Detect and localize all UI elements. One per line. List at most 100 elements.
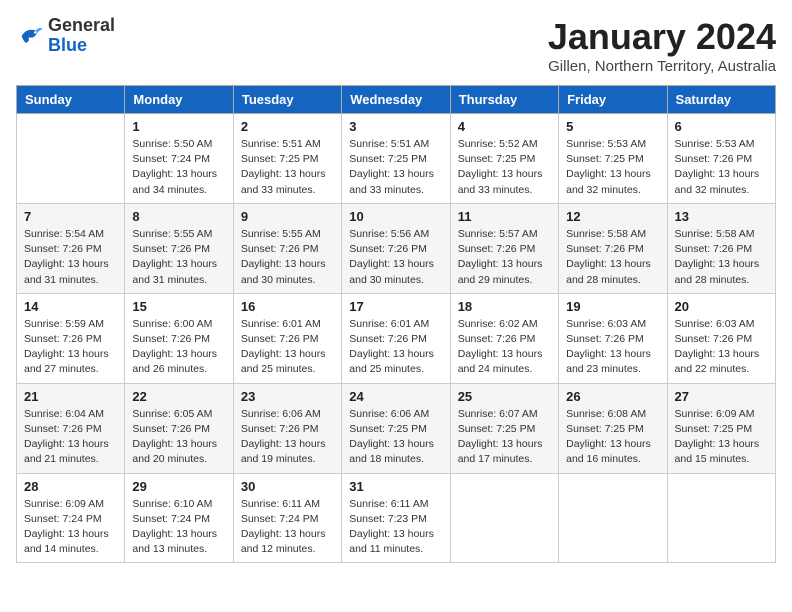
- calendar-cell: 18 Sunrise: 6:02 AM Sunset: 7:26 PM Dayli…: [450, 293, 558, 383]
- day-number: 29: [132, 479, 225, 494]
- calendar-cell: 21 Sunrise: 6:04 AM Sunset: 7:26 PM Dayli…: [17, 383, 125, 473]
- day-number: 4: [458, 119, 551, 134]
- calendar-cell: 22 Sunrise: 6:05 AM Sunset: 7:26 PM Dayli…: [125, 383, 233, 473]
- calendar-cell: 6Sunrise: 5:53 AM Sunset: 7:26 PM Daylig…: [667, 114, 775, 204]
- day-number: 2: [241, 119, 334, 134]
- day-info: Sunrise: 6:07 AM Sunset: 7:25 PM Dayligh…: [458, 407, 551, 468]
- day-number: 5: [566, 119, 659, 134]
- calendar-cell: 15Sunrise: 6:00 AM Sunset: 7:26 PM Dayli…: [125, 293, 233, 383]
- calendar-cell: 12Sunrise: 5:58 AM Sunset: 7:26 PM Dayli…: [559, 203, 667, 293]
- calendar-cell: 19Sunrise: 6:03 AM Sunset: 7:26 PM Dayli…: [559, 293, 667, 383]
- day-info: Sunrise: 6:11 AM Sunset: 7:24 PM Dayligh…: [241, 497, 334, 558]
- calendar-cell: 24 Sunrise: 6:06 AM Sunset: 7:25 PM Dayli…: [342, 383, 450, 473]
- day-number: 11: [458, 209, 551, 224]
- calendar-cell: 1 Sunrise: 5:50 AM Sunset: 7:24 PM Daylig…: [125, 114, 233, 204]
- day-info: Sunrise: 6:06 AM Sunset: 7:25 PM Dayligh…: [349, 407, 442, 468]
- day-number: 3: [349, 119, 442, 134]
- calendar-week-row: 1 Sunrise: 5:50 AM Sunset: 7:24 PM Daylig…: [17, 114, 776, 204]
- day-number: 21: [24, 389, 117, 404]
- calendar-cell: [17, 114, 125, 204]
- calendar-cell: 5 Sunrise: 5:53 AM Sunset: 7:25 PM Daylig…: [559, 114, 667, 204]
- calendar-cell: [559, 473, 667, 563]
- calendar-cell: 16Sunrise: 6:01 AM Sunset: 7:26 PM Dayli…: [233, 293, 341, 383]
- calendar-subtitle: Gillen, Northern Territory, Australia: [548, 58, 776, 75]
- calendar-cell: 29 Sunrise: 6:10 AM Sunset: 7:24 PM Dayli…: [125, 473, 233, 563]
- calendar-week-row: 7Sunrise: 5:54 AM Sunset: 7:26 PM Daylig…: [17, 203, 776, 293]
- day-number: 22: [132, 389, 225, 404]
- calendar-week-row: 28 Sunrise: 6:09 AM Sunset: 7:24 PM Dayli…: [17, 473, 776, 563]
- day-number: 25: [458, 389, 551, 404]
- calendar-cell: 20 Sunrise: 6:03 AM Sunset: 7:26 PM Dayli…: [667, 293, 775, 383]
- day-of-week-header: Sunday: [17, 86, 125, 114]
- day-number: 16: [241, 299, 334, 314]
- day-number: 12: [566, 209, 659, 224]
- day-number: 28: [24, 479, 117, 494]
- day-number: 30: [241, 479, 334, 494]
- calendar-cell: 4 Sunrise: 5:52 AM Sunset: 7:25 PM Daylig…: [450, 114, 558, 204]
- logo-bird-icon: [16, 22, 44, 50]
- calendar-cell: 10 Sunrise: 5:56 AM Sunset: 7:26 PM Dayli…: [342, 203, 450, 293]
- calendar-cell: 28 Sunrise: 6:09 AM Sunset: 7:24 PM Dayli…: [17, 473, 125, 563]
- day-info: Sunrise: 5:57 AM Sunset: 7:26 PM Dayligh…: [458, 227, 551, 288]
- day-number: 10: [349, 209, 442, 224]
- calendar-cell: 17 Sunrise: 6:01 AM Sunset: 7:26 PM Dayli…: [342, 293, 450, 383]
- day-of-week-header: Friday: [559, 86, 667, 114]
- day-number: 9: [241, 209, 334, 224]
- day-number: 8: [132, 209, 225, 224]
- day-info: Sunrise: 6:06 AM Sunset: 7:26 PM Dayligh…: [241, 407, 334, 468]
- day-number: 31: [349, 479, 442, 494]
- day-info: Sunrise: 6:00 AM Sunset: 7:26 PM Dayligh…: [132, 317, 225, 378]
- day-info: Sunrise: 5:55 AM Sunset: 7:26 PM Dayligh…: [241, 227, 334, 288]
- day-of-week-header: Saturday: [667, 86, 775, 114]
- day-number: 27: [675, 389, 768, 404]
- calendar-cell: 13 Sunrise: 5:58 AM Sunset: 7:26 PM Dayli…: [667, 203, 775, 293]
- day-number: 13: [675, 209, 768, 224]
- day-info: Sunrise: 6:03 AM Sunset: 7:26 PM Dayligh…: [675, 317, 768, 378]
- day-info: Sunrise: 5:55 AM Sunset: 7:26 PM Dayligh…: [132, 227, 225, 288]
- calendar-cell: 26Sunrise: 6:08 AM Sunset: 7:25 PM Dayli…: [559, 383, 667, 473]
- day-of-week-header: Thursday: [450, 86, 558, 114]
- day-info: Sunrise: 6:10 AM Sunset: 7:24 PM Dayligh…: [132, 497, 225, 558]
- day-info: Sunrise: 5:56 AM Sunset: 7:26 PM Dayligh…: [349, 227, 442, 288]
- calendar-cell: [667, 473, 775, 563]
- calendar-cell: 8 Sunrise: 5:55 AM Sunset: 7:26 PM Daylig…: [125, 203, 233, 293]
- day-number: 19: [566, 299, 659, 314]
- day-info: Sunrise: 6:05 AM Sunset: 7:26 PM Dayligh…: [132, 407, 225, 468]
- day-info: Sunrise: 6:09 AM Sunset: 7:25 PM Dayligh…: [675, 407, 768, 468]
- calendar-cell: 2Sunrise: 5:51 AM Sunset: 7:25 PM Daylig…: [233, 114, 341, 204]
- day-info: Sunrise: 5:51 AM Sunset: 7:25 PM Dayligh…: [349, 137, 442, 198]
- title-block: January 2024 Gillen, Northern Territory,…: [548, 16, 776, 75]
- day-of-week-header: Monday: [125, 86, 233, 114]
- day-info: Sunrise: 5:50 AM Sunset: 7:24 PM Dayligh…: [132, 137, 225, 198]
- day-info: Sunrise: 6:11 AM Sunset: 7:23 PM Dayligh…: [349, 497, 442, 558]
- calendar-cell: 11 Sunrise: 5:57 AM Sunset: 7:26 PM Dayli…: [450, 203, 558, 293]
- day-number: 23: [241, 389, 334, 404]
- day-number: 17: [349, 299, 442, 314]
- day-info: Sunrise: 5:58 AM Sunset: 7:26 PM Dayligh…: [675, 227, 768, 288]
- day-info: Sunrise: 5:59 AM Sunset: 7:26 PM Dayligh…: [24, 317, 117, 378]
- calendar-cell: 30 Sunrise: 6:11 AM Sunset: 7:24 PM Dayli…: [233, 473, 341, 563]
- day-number: 1: [132, 119, 225, 134]
- calendar-cell: 3 Sunrise: 5:51 AM Sunset: 7:25 PM Daylig…: [342, 114, 450, 204]
- page-header: General Blue January 2024 Gillen, Northe…: [16, 16, 776, 75]
- day-number: 20: [675, 299, 768, 314]
- day-number: 26: [566, 389, 659, 404]
- day-info: Sunrise: 6:04 AM Sunset: 7:26 PM Dayligh…: [24, 407, 117, 468]
- day-number: 18: [458, 299, 551, 314]
- calendar-cell: 27 Sunrise: 6:09 AM Sunset: 7:25 PM Dayli…: [667, 383, 775, 473]
- day-info: Sunrise: 5:53 AM Sunset: 7:25 PM Dayligh…: [566, 137, 659, 198]
- calendar-table: SundayMondayTuesdayWednesdayThursdayFrid…: [16, 85, 776, 563]
- day-info: Sunrise: 5:52 AM Sunset: 7:25 PM Dayligh…: [458, 137, 551, 198]
- day-info: Sunrise: 6:02 AM Sunset: 7:26 PM Dayligh…: [458, 317, 551, 378]
- day-of-week-header: Wednesday: [342, 86, 450, 114]
- day-info: Sunrise: 5:53 AM Sunset: 7:26 PM Dayligh…: [675, 137, 768, 198]
- day-number: 24: [349, 389, 442, 404]
- day-info: Sunrise: 6:09 AM Sunset: 7:24 PM Dayligh…: [24, 497, 117, 558]
- day-of-week-header: Tuesday: [233, 86, 341, 114]
- calendar-cell: 14Sunrise: 5:59 AM Sunset: 7:26 PM Dayli…: [17, 293, 125, 383]
- day-info: Sunrise: 5:54 AM Sunset: 7:26 PM Dayligh…: [24, 227, 117, 288]
- day-info: Sunrise: 6:01 AM Sunset: 7:26 PM Dayligh…: [349, 317, 442, 378]
- calendar-header-row: SundayMondayTuesdayWednesdayThursdayFrid…: [17, 86, 776, 114]
- calendar-cell: 23 Sunrise: 6:06 AM Sunset: 7:26 PM Dayli…: [233, 383, 341, 473]
- calendar-title: January 2024: [548, 16, 776, 58]
